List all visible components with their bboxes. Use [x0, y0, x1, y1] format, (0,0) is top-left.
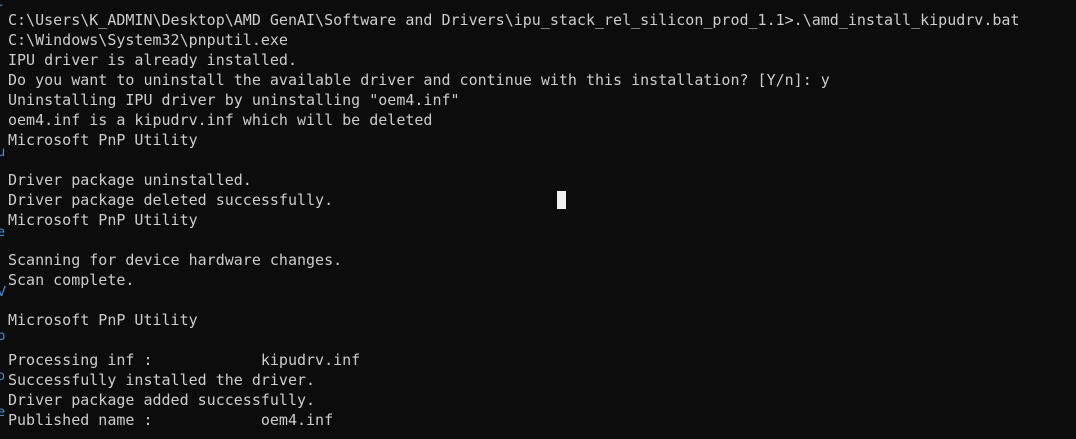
background-window-edge: r l u e V p o e: [0, 0, 8, 439]
console-output: C:\Users\K_ADMIN\Desktop\AMD GenAI\Softw…: [8, 10, 1076, 430]
background-window-glyph: V: [0, 285, 6, 300]
console-line: Successfully installed the driver.: [8, 371, 316, 389]
console-line: Driver package added successfully.: [8, 391, 316, 409]
console-line: Scan complete.: [8, 271, 135, 289]
background-window-glyph: l: [0, 103, 1, 117]
console-line: IPU driver is already installed.: [8, 51, 297, 69]
console-line: C:\Windows\System32\pnputil.exe: [8, 31, 288, 49]
background-window-glyph: r: [0, 2, 2, 16]
background-window-glyph: u: [0, 145, 6, 160]
console-line: Driver package uninstalled.: [8, 171, 252, 189]
console-line: Processing inf : kipudrv.inf: [8, 351, 361, 369]
background-window-glyph: e: [0, 405, 5, 420]
text-cursor: [557, 191, 566, 209]
console-line-command: C:\Users\K_ADMIN\Desktop\AMD GenAI\Softw…: [8, 11, 1020, 29]
console-line: Microsoft PnP Utility: [8, 311, 198, 329]
console-line: Uninstalling IPU driver by uninstalling …: [8, 91, 460, 109]
console-line: Microsoft PnP Utility: [8, 131, 198, 149]
console-line: Scanning for device hardware changes.: [8, 251, 343, 269]
background-window-glyph: e: [0, 225, 5, 240]
terminal-window[interactable]: r l u e V p o e C:\Users\K_ADMIN\Desktop…: [0, 0, 1076, 439]
console-line: Driver package deleted successfully.: [8, 191, 334, 209]
background-window-glyph: o: [0, 369, 5, 384]
console-line: Published name : oem4.inf: [8, 411, 334, 429]
console-line-prompt: Do you want to uninstall the available d…: [8, 71, 830, 89]
background-window-glyph: p: [0, 329, 6, 344]
console-line: oem4.inf is a kipudrv.inf which will be …: [8, 111, 433, 129]
console-line: Microsoft PnP Utility: [8, 211, 198, 229]
